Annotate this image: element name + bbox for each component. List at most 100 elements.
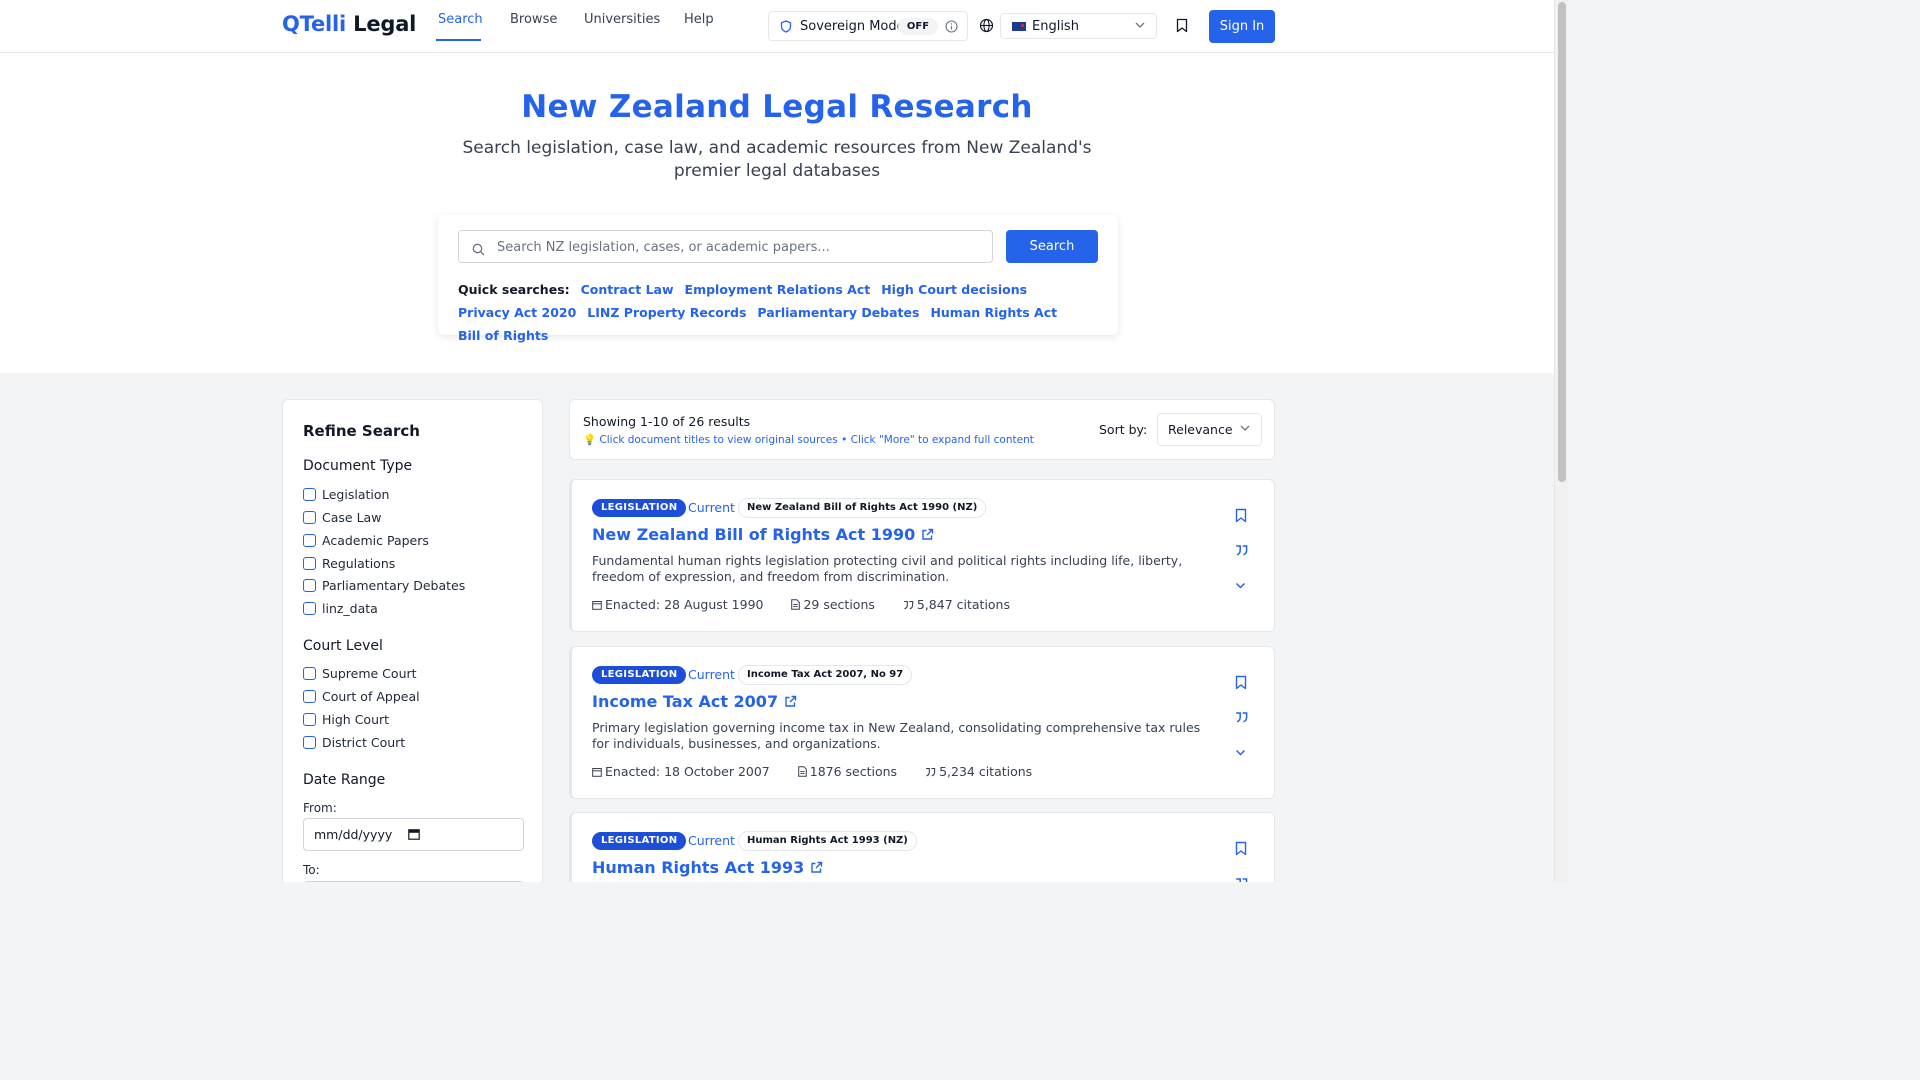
shield-icon [780, 20, 792, 33]
from-label: From: [303, 801, 337, 815]
checkbox[interactable] [303, 534, 316, 547]
search-input[interactable] [497, 236, 977, 258]
calendar-icon [592, 768, 602, 777]
quote-icon[interactable] [1235, 877, 1248, 882]
result-description: Fundamental human rights legislation pro… [592, 553, 1183, 584]
nav-help[interactable]: Help [684, 12, 714, 27]
quick-search-link[interactable]: Privacy Act 2020 [458, 305, 576, 320]
nav-browse[interactable]: Browse [510, 12, 557, 27]
language-select[interactable]: English [1000, 13, 1157, 39]
bookmark-icon[interactable] [1235, 675, 1247, 690]
sort-select[interactable]: Relevance [1157, 413, 1262, 446]
external-link-icon [811, 861, 823, 873]
search-card: Search Quick searches: Contract Law Empl… [438, 215, 1118, 343]
quote-icon[interactable] [1235, 711, 1248, 724]
result-meta: Enacted: 18 October 2007 1876 sections 5… [592, 764, 1056, 779]
checkbox-label: linz_data [322, 601, 378, 616]
checkbox-label: District Court [322, 735, 406, 750]
calendar-icon[interactable] [408, 828, 420, 840]
enacted-date: Enacted: 28 August 1990 [605, 597, 764, 612]
bookmarks-icon[interactable] [1176, 18, 1188, 33]
bookmark-icon[interactable] [1235, 508, 1247, 523]
meta-enacted: Enacted: 18 October 2007 [592, 764, 782, 779]
quick-search-link[interactable]: Bill of Rights [458, 328, 548, 343]
result-title-link[interactable]: Income Tax Act 2007 [592, 692, 797, 711]
sign-in-button[interactable]: Sign In [1209, 10, 1275, 43]
sort-label: Sort by: [1099, 422, 1148, 437]
result-card: LEGISLATION Current New Zealand Bill of … [569, 479, 1275, 632]
checkbox[interactable] [303, 511, 316, 524]
checkbox[interactable] [303, 488, 316, 501]
result-title-link[interactable]: Human Rights Act 1993 [592, 858, 823, 877]
status-label: Current [688, 833, 735, 848]
info-icon[interactable] [945, 20, 958, 33]
date-range-title: Date Range [303, 772, 386, 788]
chevron-down-icon [1135, 22, 1145, 28]
result-description: Primary legislation governing income tax… [592, 720, 1201, 751]
bookmark-icon[interactable] [1235, 841, 1247, 856]
meta-sections: 1876 sections [797, 764, 909, 779]
page: QTelli Legal Search Browse Universities … [0, 0, 1554, 882]
search-box[interactable] [458, 230, 993, 263]
chevron-down-icon[interactable] [1235, 749, 1246, 757]
section-count: 1876 sections [809, 764, 898, 779]
document-icon [791, 599, 801, 610]
chevron-down-icon [1240, 425, 1250, 431]
checkbox-label: Court of Appeal [322, 689, 420, 704]
filters-panel: Refine Search Document Type Legislation … [282, 399, 543, 882]
search-button[interactable]: Search [1006, 230, 1098, 263]
date-to-input[interactable] [303, 881, 524, 882]
checkbox[interactable] [303, 736, 316, 749]
meta-citations: 5,847 citations [903, 597, 1022, 612]
nav-active-indicator [436, 39, 481, 41]
logo-brand: QTelli [282, 12, 347, 36]
page-scrollbar[interactable] [1554, 0, 1568, 882]
checkbox-label: Regulations [322, 556, 396, 571]
external-link-icon [922, 528, 934, 540]
document-type-badge: LEGISLATION [592, 832, 687, 850]
chevron-down-icon[interactable] [1235, 582, 1246, 590]
result-title: Income Tax Act 2007 [592, 692, 779, 711]
quick-search-link[interactable]: Employment Relations Act [685, 282, 871, 297]
results-count: Showing 1-10 of 26 results [583, 414, 751, 429]
document-type-badge: LEGISLATION [592, 499, 687, 517]
logo[interactable]: QTelli Legal [282, 12, 416, 36]
quick-search-link[interactable]: Contract Law [581, 282, 674, 297]
checkbox[interactable] [303, 690, 316, 703]
checkbox-label: Case Law [322, 510, 382, 525]
search-icon [472, 243, 485, 256]
nav-universities[interactable]: Universities [584, 12, 660, 27]
citation-reference: Human Rights Act 1993 (NZ) [738, 831, 917, 851]
checkbox-label: Parliamentary Debates [322, 578, 466, 593]
citation-count: 5,847 citations [916, 597, 1010, 612]
quick-search-link[interactable]: High Court decisions [881, 282, 1027, 297]
checkbox[interactable] [303, 602, 316, 615]
meta-enacted: Enacted: 28 August 1990 [592, 597, 775, 612]
nav-search[interactable]: Search [438, 12, 483, 27]
citation-count: 5,234 citations [939, 764, 1033, 779]
quick-search-link[interactable]: Human Rights Act [930, 305, 1057, 320]
quick-search-link[interactable]: Parliamentary Debates [757, 305, 919, 320]
result-title-link[interactable]: New Zealand Bill of Rights Act 1990 [592, 525, 934, 544]
hero-section: New Zealand Legal Research Search legisl… [0, 53, 1554, 373]
status-label: Current [688, 667, 735, 682]
filters-title: Refine Search [303, 422, 420, 440]
checkbox[interactable] [303, 713, 316, 726]
result-card: LEGISLATION Current Human Rights Act 199… [569, 812, 1275, 882]
date-from-input[interactable]: mm/dd/yyyy [303, 818, 524, 851]
checkbox[interactable] [303, 667, 316, 680]
quick-search-link[interactable]: LINZ Property Records [587, 305, 746, 320]
page-subtitle: Search legislation, case law, and academ… [462, 138, 1092, 181]
scrollbar-thumb[interactable] [1558, 2, 1566, 482]
sovereign-mode-toggle[interactable]: Sovereign Mode OFF [768, 11, 968, 41]
calendar-icon [592, 601, 602, 610]
quick-searches-label: Quick searches: [458, 282, 570, 297]
sort-value: Relevance [1168, 422, 1233, 437]
checkbox[interactable] [303, 557, 316, 570]
quote-icon[interactable] [1235, 544, 1248, 557]
checkbox[interactable] [303, 579, 316, 592]
external-link-icon [785, 695, 797, 707]
sovereign-mode-state: OFF [898, 18, 938, 35]
status-label: Current [688, 500, 735, 515]
citation-reference: New Zealand Bill of Rights Act 1990 (NZ) [738, 498, 987, 518]
